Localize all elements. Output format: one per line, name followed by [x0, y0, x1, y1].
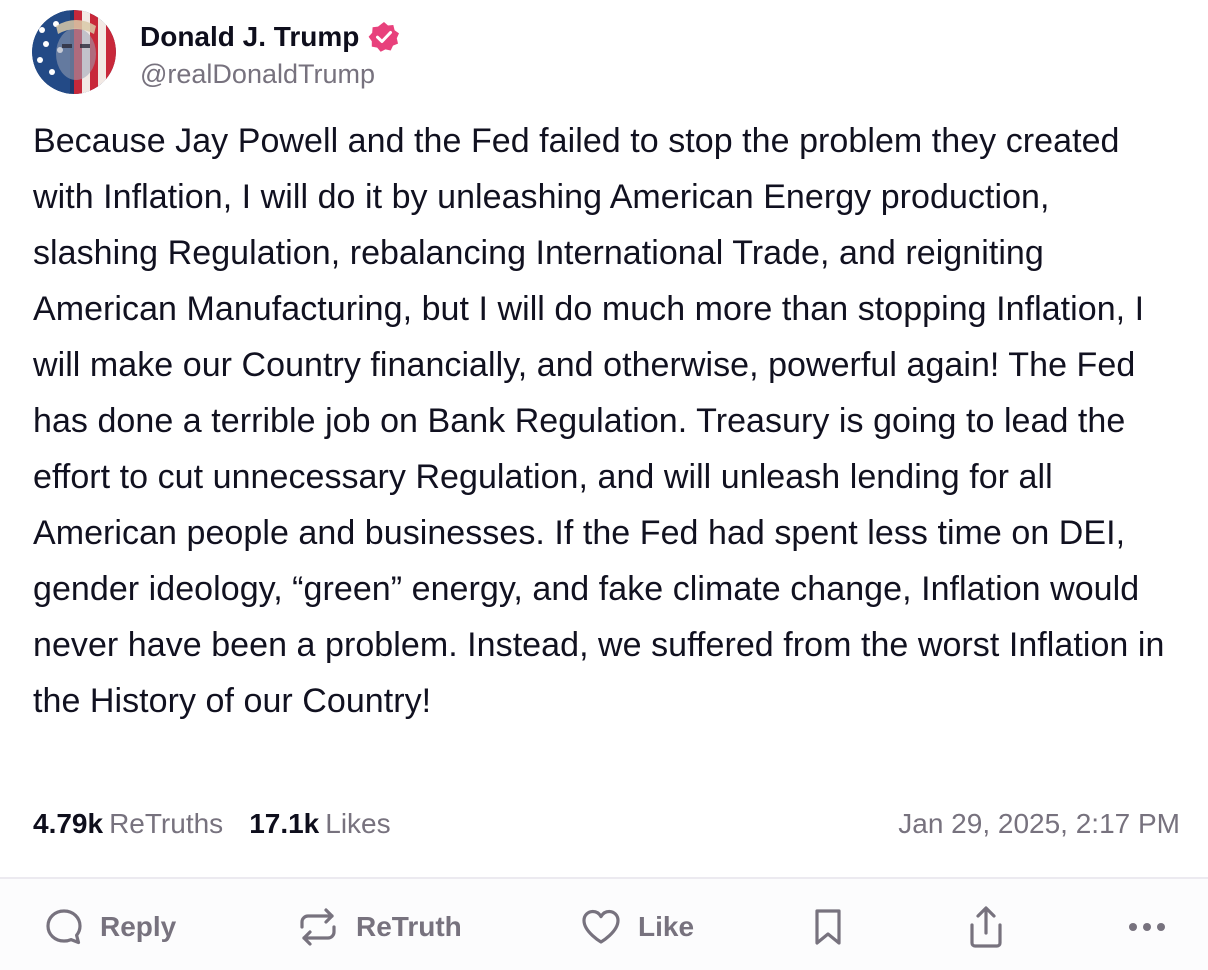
share-button[interactable]	[966, 901, 1006, 953]
author-info: Donald J. Trump @realDonaldTrump	[140, 15, 401, 90]
likes-label: Likes	[325, 808, 391, 839]
likes-count: 17.1k	[249, 808, 320, 839]
retruth-arrows-icon	[300, 908, 336, 946]
retruths-count: 4.79k	[33, 808, 104, 839]
bookmark-button[interactable]	[810, 901, 846, 953]
reply-bubble-icon	[46, 909, 82, 945]
retruth-button[interactable]: ReTruth	[296, 901, 462, 953]
post-body-text: Because Jay Powell and the Fed failed to…	[33, 122, 1165, 720]
like-button[interactable]: Like	[580, 901, 694, 953]
retruths-label: ReTruths	[109, 808, 224, 839]
action-bar: Reply ReTruth Like	[0, 879, 1208, 970]
avatar-image	[32, 10, 116, 94]
post-timestamp[interactable]: Jan 29, 2025, 2:17 PM	[898, 808, 1180, 840]
more-dots-icon	[1129, 923, 1165, 931]
author-handle[interactable]: @realDonaldTrump	[140, 59, 401, 90]
retruth-label: ReTruth	[356, 911, 462, 942]
post-card: Donald J. Trump @realDonaldTrump Because…	[0, 0, 1208, 970]
verified-badge-icon	[367, 20, 401, 54]
bookmark-icon	[815, 909, 841, 945]
post-stats: 4.79k ReTruths 17.1k Likes Jan 29, 2025, 2…	[33, 802, 1180, 846]
retruths-stat[interactable]: 4.79k ReTruths	[33, 808, 223, 840]
heart-icon	[582, 909, 620, 944]
share-icon	[970, 906, 1002, 948]
like-label: Like	[638, 911, 695, 942]
reply-label: Reply	[100, 911, 177, 942]
reply-button[interactable]: Reply	[44, 901, 176, 953]
author-name-row: Donald J. Trump	[140, 15, 401, 59]
more-button[interactable]	[1126, 901, 1168, 953]
avatar[interactable]	[32, 10, 116, 94]
likes-stat[interactable]: 17.1k Likes	[249, 808, 390, 840]
author-display-name[interactable]: Donald J. Trump	[140, 21, 359, 53]
post-header: Donald J. Trump @realDonaldTrump	[32, 10, 401, 94]
